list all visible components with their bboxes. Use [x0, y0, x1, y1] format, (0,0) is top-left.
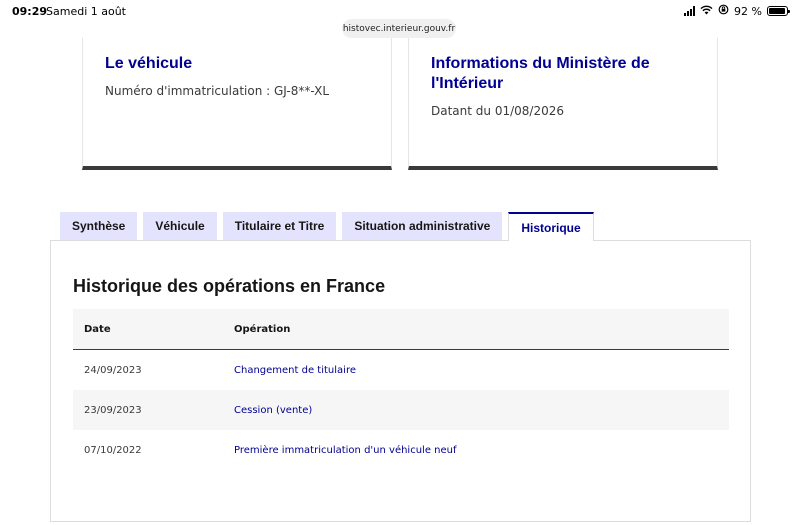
tab-vehicule[interactable]: Véhicule — [143, 212, 217, 240]
vehicle-card-title: Le véhicule — [105, 55, 193, 72]
tab-situation-administrative[interactable]: Situation administrative — [342, 212, 503, 240]
table-row: 24/09/2023 Changement de titulaire — [73, 350, 729, 390]
table-header: Date Opération — [73, 309, 729, 350]
vehicle-card: Le véhicule Numéro d'immatriculation : G… — [82, 38, 392, 170]
status-time: 09:29 — [12, 5, 48, 18]
address-bar[interactable]: histovec.interieur.gouv.fr — [342, 19, 456, 38]
history-title: Historique des opérations en France — [73, 276, 386, 296]
orientation-lock-icon — [718, 4, 729, 18]
status-date: Samedi 1 août — [46, 5, 126, 18]
ministry-card-date: Datant du 01/08/2026 — [431, 104, 564, 118]
tab-historique[interactable]: Historique — [508, 212, 594, 241]
history-table: Date Opération 24/09/2023 Changement de … — [73, 309, 729, 470]
table-row: 07/10/2022 Première immatriculation d'un… — [73, 430, 729, 470]
history-panel: Historique des opérations en France Date… — [50, 240, 751, 522]
row-operation: Cession (vente) — [234, 404, 313, 416]
table-row: 23/09/2023 Cession (vente) — [73, 390, 729, 430]
ministry-card-title: Informations du Ministère de l'Intérieur — [431, 55, 650, 92]
battery-icon — [767, 6, 790, 16]
table-body: 24/09/2023 Changement de titulaire 23/09… — [73, 350, 729, 470]
ministry-card: Informations du Ministère de l'Intérieur… — [408, 38, 718, 170]
tab-list: Synthèse Véhicule Titulaire et Titre Sit… — [60, 212, 594, 241]
row-operation: Première immatriculation d'un véhicule n… — [234, 444, 457, 456]
status-indicators: 92 % — [684, 4, 790, 18]
cellular-signal-icon — [684, 6, 696, 16]
tab-synthese[interactable]: Synthèse — [60, 212, 138, 240]
battery-percent: 92 % — [734, 4, 762, 18]
row-date: 23/09/2023 — [84, 404, 142, 416]
wifi-icon — [700, 5, 713, 18]
row-operation: Changement de titulaire — [234, 364, 356, 376]
row-date: 24/09/2023 — [84, 364, 142, 376]
column-header-operation: Opération — [234, 323, 291, 335]
address-url: histovec.interieur.gouv.fr — [342, 23, 456, 34]
vehicle-plate-number: Numéro d'immatriculation : GJ-8**-XL — [105, 84, 329, 98]
row-date: 07/10/2022 — [84, 444, 142, 456]
tab-titulaire-et-titre[interactable]: Titulaire et Titre — [222, 212, 337, 240]
column-header-date: Date — [84, 323, 111, 335]
